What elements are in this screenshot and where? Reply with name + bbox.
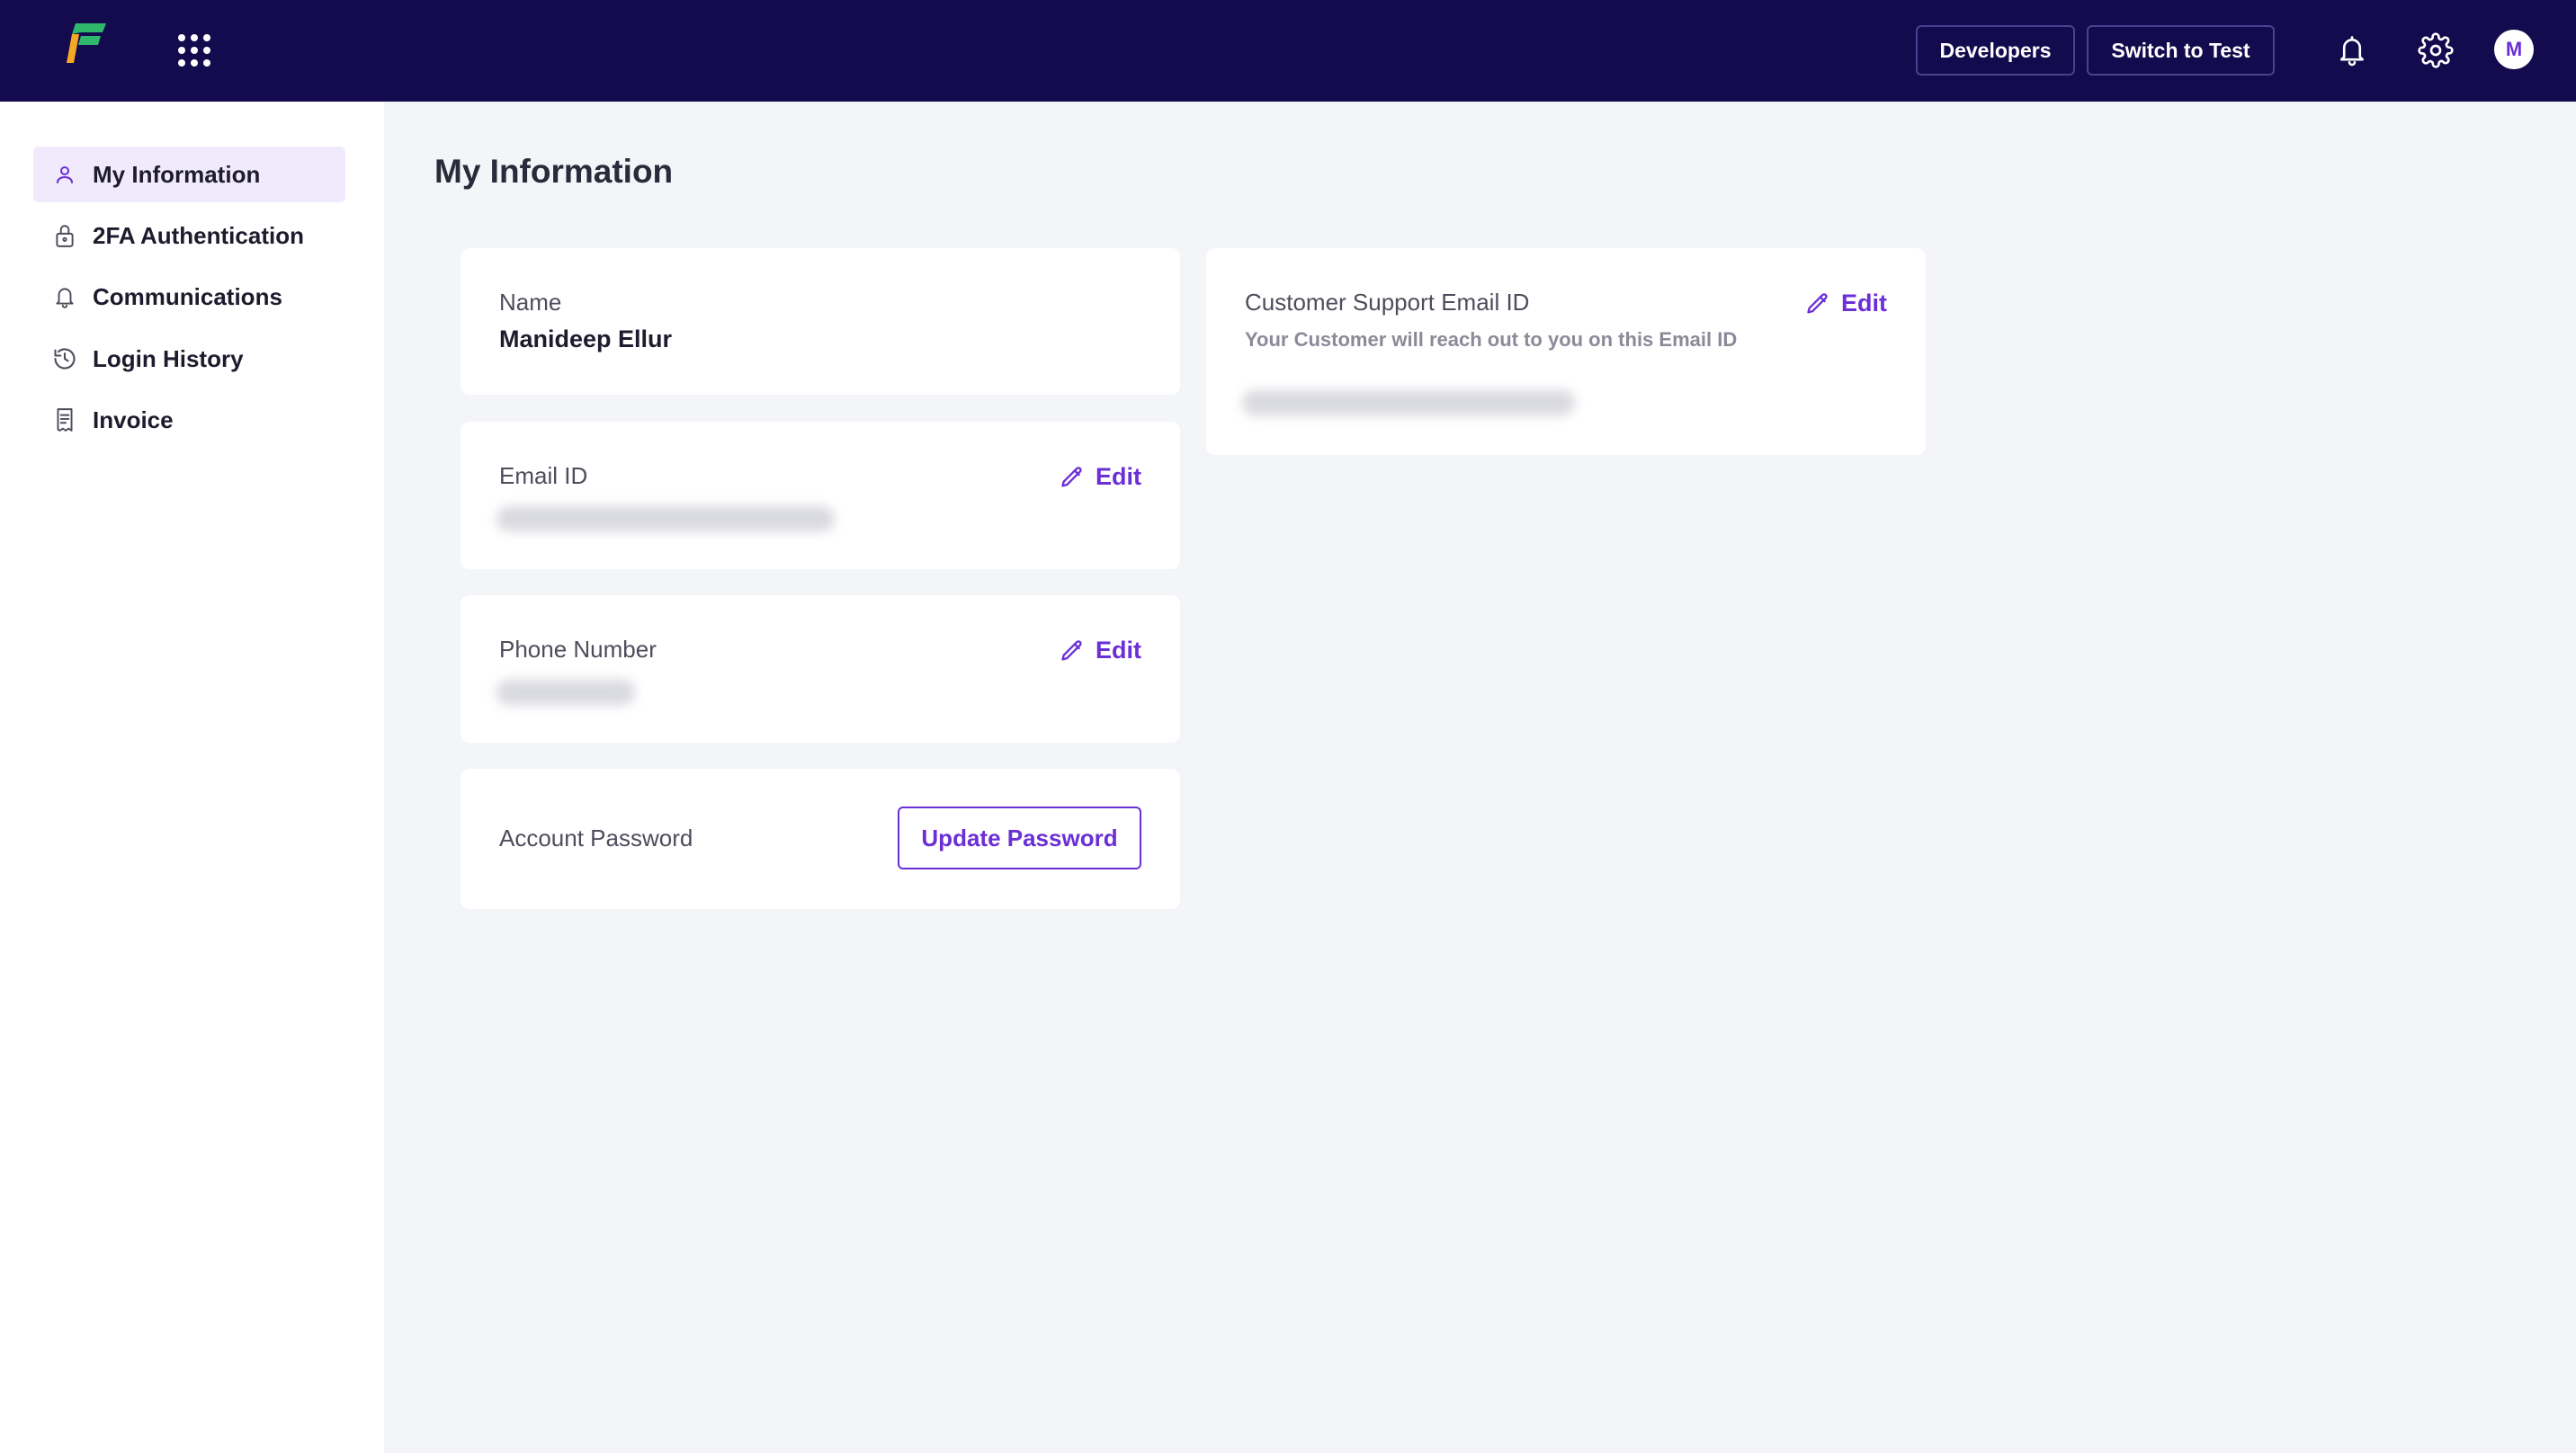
email-label: Email ID bbox=[499, 462, 588, 489]
sidebar-item-communications[interactable]: Communications bbox=[33, 269, 345, 325]
bell-icon bbox=[51, 283, 78, 310]
name-value: Manideep Ellur bbox=[499, 325, 673, 352]
sidebar-item-label: Login History bbox=[93, 344, 244, 372]
pencil-icon bbox=[1805, 291, 1830, 316]
name-label: Name bbox=[499, 289, 562, 316]
sidebar-item-label: Invoice bbox=[93, 406, 174, 433]
switch-to-test-button[interactable]: Switch to Test bbox=[2087, 25, 2275, 76]
support-email-value-redacted bbox=[1242, 390, 1575, 415]
sidebar-item-invoice[interactable]: Invoice bbox=[33, 392, 345, 448]
brand-logo-icon[interactable] bbox=[61, 22, 112, 68]
email-value-redacted bbox=[496, 506, 835, 531]
developers-button[interactable]: Developers bbox=[1916, 25, 2075, 76]
phone-card: Phone Number Edit bbox=[461, 595, 1180, 743]
notification-bell-icon[interactable] bbox=[2330, 29, 2374, 72]
support-email-subtitle: Your Customer will reach out to you on t… bbox=[1245, 328, 1738, 351]
settings-gear-icon[interactable] bbox=[2414, 29, 2457, 72]
invoice-icon bbox=[51, 406, 78, 433]
password-label: Account Password bbox=[499, 825, 693, 851]
password-card: Account Password Update Password bbox=[461, 769, 1180, 909]
name-card: Name Manideep Ellur bbox=[461, 248, 1180, 395]
app-grid-icon[interactable] bbox=[178, 34, 210, 67]
pencil-icon bbox=[1060, 638, 1085, 664]
page-title: My Information bbox=[434, 153, 674, 190]
edit-phone-button[interactable]: Edit bbox=[1060, 637, 1141, 664]
support-email-card: Customer Support Email ID Your Customer … bbox=[1206, 248, 1926, 455]
sidebar-item-login-history[interactable]: Login History bbox=[33, 331, 345, 387]
user-avatar[interactable]: M bbox=[2494, 30, 2534, 69]
sidebar: My Information 2FA Authentication Commun… bbox=[0, 102, 384, 1453]
phone-value-redacted bbox=[496, 680, 635, 705]
edit-label: Edit bbox=[1096, 637, 1141, 664]
edit-label: Edit bbox=[1841, 290, 1887, 316]
edit-support-email-button[interactable]: Edit bbox=[1805, 290, 1887, 317]
history-icon bbox=[51, 345, 78, 372]
top-bar: Developers Switch to Test M bbox=[0, 0, 2576, 102]
phone-label: Phone Number bbox=[499, 636, 657, 663]
lock-icon bbox=[51, 222, 78, 249]
pencil-icon bbox=[1060, 465, 1085, 490]
sidebar-item-label: My Information bbox=[93, 160, 261, 188]
edit-email-button[interactable]: Edit bbox=[1060, 463, 1141, 491]
user-icon bbox=[51, 161, 78, 188]
email-card: Email ID Edit bbox=[461, 422, 1180, 569]
sidebar-item-label: Communications bbox=[93, 282, 282, 310]
sidebar-item-label: 2FA Authentication bbox=[93, 221, 304, 249]
sidebar-item-2fa-authentication[interactable]: 2FA Authentication bbox=[33, 208, 345, 263]
support-email-label: Customer Support Email ID bbox=[1245, 289, 1530, 316]
update-password-button[interactable]: Update Password bbox=[898, 807, 1141, 869]
edit-label: Edit bbox=[1096, 463, 1141, 490]
sidebar-item-my-information[interactable]: My Information bbox=[33, 147, 345, 202]
